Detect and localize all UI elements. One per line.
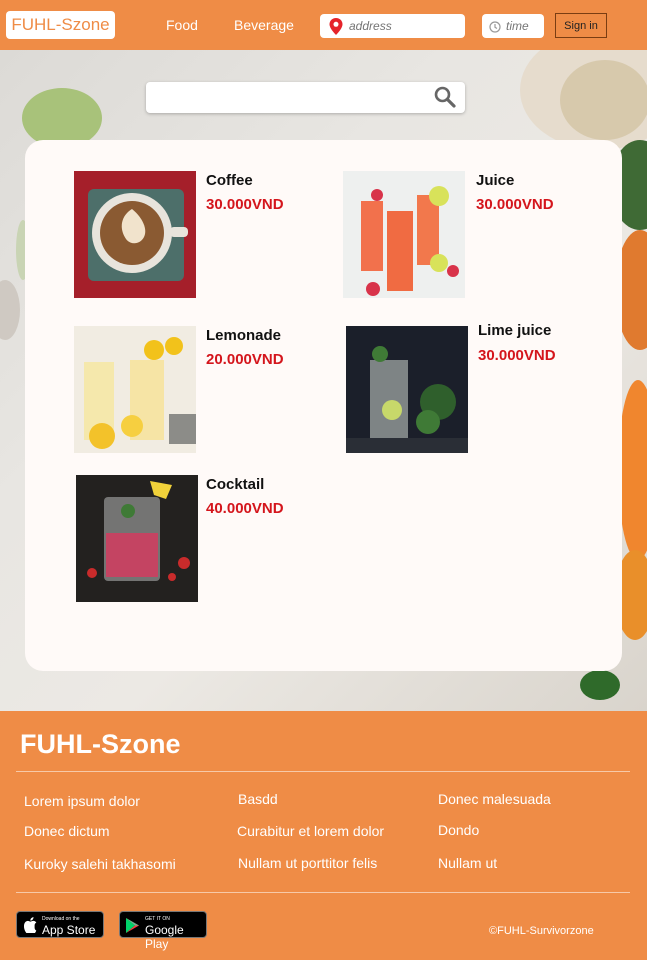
- app-store-badge[interactable]: Download on the App Store: [16, 911, 104, 938]
- product-name: Lemonade: [206, 327, 282, 344]
- apple-icon: [23, 917, 37, 938]
- product-price: 40.000VND: [206, 500, 284, 517]
- cocktail-image[interactable]: [76, 475, 198, 602]
- top-navbar: FUHL-Szone Food Beverage Sign in: [0, 0, 647, 50]
- nav-food[interactable]: Food: [166, 17, 198, 33]
- product-price: 30.000VND: [476, 196, 554, 213]
- nav-beverage[interactable]: Beverage: [234, 17, 294, 33]
- sign-in-button[interactable]: Sign in: [555, 13, 607, 38]
- search-bar[interactable]: [146, 82, 465, 113]
- product-name: Cocktail: [206, 476, 265, 493]
- lime-juice-image[interactable]: [346, 326, 468, 453]
- clock-icon: [489, 20, 501, 38]
- footer-link[interactable]: Basdd: [238, 791, 278, 807]
- logo[interactable]: FUHL-Szone: [6, 11, 115, 39]
- location-pin-icon: [329, 18, 343, 40]
- footer-link[interactable]: Donec malesuada: [438, 791, 551, 807]
- time-input[interactable]: [506, 19, 542, 33]
- time-field[interactable]: [482, 14, 544, 38]
- footer-link[interactable]: Curabitur et lorem dolor: [237, 823, 384, 839]
- divider: [16, 771, 630, 772]
- product-name: Coffee: [206, 172, 253, 189]
- address-input[interactable]: [349, 19, 459, 33]
- footer-link[interactable]: Nullam ut porttitor felis: [238, 855, 377, 871]
- google-play-label: Google Play: [145, 923, 184, 951]
- search-icon[interactable]: [434, 86, 456, 113]
- product-price: 20.000VND: [206, 351, 284, 368]
- footer-link[interactable]: Nullam ut: [438, 855, 497, 871]
- product-price: 30.000VND: [478, 347, 556, 364]
- footer-link[interactable]: Lorem ipsum dolor: [24, 793, 140, 809]
- footer-brand: FUHL-Szone: [20, 729, 181, 759]
- divider: [16, 892, 630, 893]
- app-store-caption: Download on the: [42, 916, 80, 922]
- product-name: Lime juice: [478, 322, 552, 339]
- google-play-icon: [126, 918, 140, 938]
- footer-link[interactable]: Kuroky salehi takhasomi: [24, 856, 176, 872]
- lemonade-image[interactable]: [74, 326, 196, 453]
- product-price: 30.000VND: [206, 196, 284, 213]
- copyright-text: ©FUHL-Survivorzone: [489, 925, 594, 937]
- coffee-image[interactable]: [74, 171, 196, 298]
- juice-image[interactable]: [343, 171, 465, 298]
- address-field[interactable]: [320, 14, 465, 38]
- google-play-badge[interactable]: GET IT ON Google Play: [119, 911, 207, 951]
- app-store-label: App Store: [42, 923, 96, 937]
- google-play-caption: GET IT ON: [145, 916, 170, 922]
- footer-link[interactable]: Dondo: [438, 822, 479, 838]
- footer: FUHL-Szone Lorem ipsum dolor Donec dictu…: [0, 711, 647, 960]
- search-input[interactable]: [154, 88, 424, 108]
- product-name: Juice: [476, 172, 515, 189]
- product-panel: Coffee 30.000VND Juice 30.000VND Lemonad…: [25, 140, 622, 671]
- footer-link[interactable]: Donec dictum: [24, 823, 110, 839]
